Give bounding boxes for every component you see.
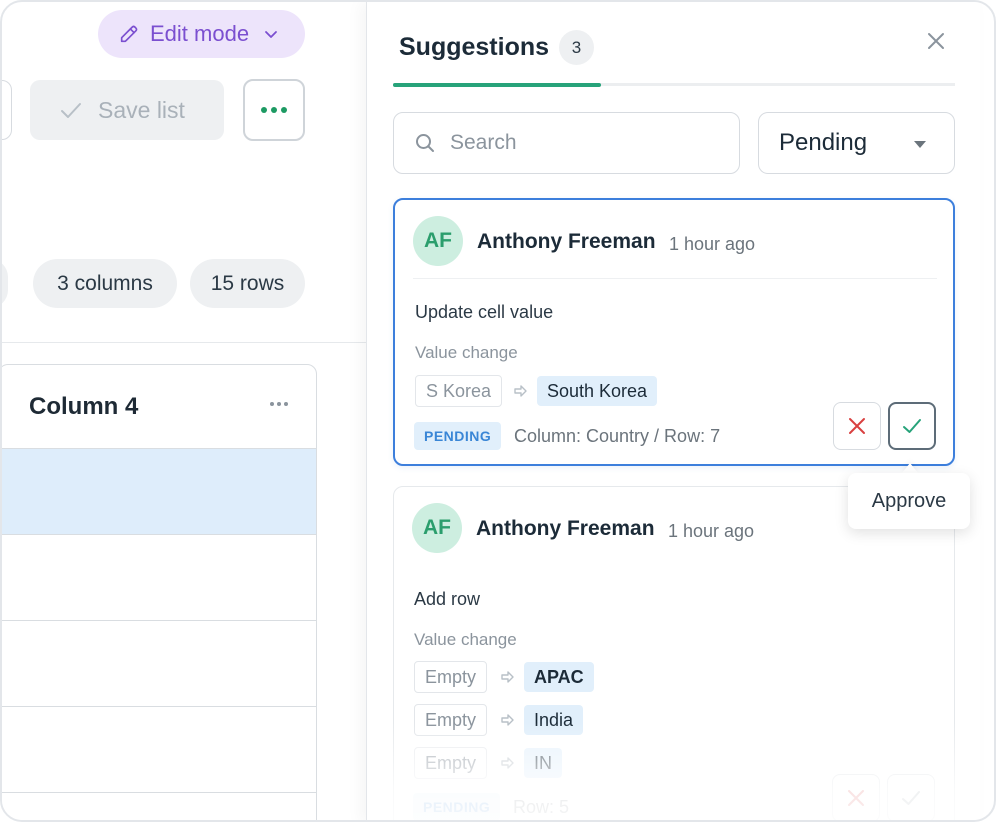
- status-badge: PENDING: [413, 793, 501, 820]
- suggestion-author: Anthony Freeman: [476, 517, 655, 540]
- value-change-label: Value change: [415, 343, 518, 362]
- old-value: Empty: [414, 747, 488, 779]
- reject-button[interactable]: [833, 402, 881, 450]
- suggestion-time: 1 hour ago: [668, 521, 755, 541]
- approve-button[interactable]: [888, 402, 936, 450]
- column-title: Column 4: [29, 392, 139, 420]
- panel-title[interactable]: Suggestions: [399, 33, 549, 62]
- search-field[interactable]: [393, 112, 740, 174]
- arrow-right-icon: [501, 714, 514, 726]
- new-value: South Korea: [537, 376, 658, 406]
- table-row[interactable]: [2, 449, 316, 535]
- suggestion-time: 1 hour ago: [669, 234, 756, 254]
- table-row[interactable]: [2, 621, 316, 707]
- suggestion-card[interactable]: AF Anthony Freeman 1 hour ago Update cel…: [393, 198, 955, 466]
- reject-button[interactable]: [832, 774, 880, 820]
- rows-count-chip: 15 rows: [190, 259, 305, 308]
- chip-partial: [2, 259, 8, 308]
- status-badge: PENDING: [414, 422, 502, 450]
- tooltip-arrow: [902, 463, 918, 473]
- close-icon[interactable]: [925, 30, 947, 52]
- section-divider: [2, 342, 368, 343]
- table-row[interactable]: [2, 707, 316, 793]
- suggestion-location: Column: Country / Row: 7: [514, 426, 721, 446]
- search-input[interactable]: [450, 131, 710, 155]
- avatar: AF: [413, 216, 463, 266]
- column-header[interactable]: Column 4: [2, 365, 316, 449]
- check-icon: [903, 419, 921, 433]
- save-list-label: Save list: [98, 96, 185, 123]
- check-icon: [902, 791, 920, 805]
- more-dot: [271, 107, 277, 113]
- approve-tooltip: Approve: [848, 473, 970, 529]
- edit-mode-dropdown[interactable]: Edit mode: [98, 10, 305, 58]
- suggestion-action: Update cell value: [415, 302, 554, 322]
- suggestion-location: Row: 5: [513, 797, 570, 817]
- arrow-right-icon: [501, 757, 514, 769]
- app-window: Edit mode Save list 3 columns 15 rows Co…: [0, 0, 996, 822]
- card-divider: [413, 278, 937, 279]
- old-value: Empty: [414, 704, 488, 736]
- more-options-button[interactable]: [243, 79, 305, 141]
- data-table: Column 4: [2, 364, 317, 820]
- x-icon: [849, 418, 865, 434]
- new-value: IN: [524, 748, 562, 778]
- more-dot: [281, 107, 287, 113]
- new-value: India: [524, 705, 584, 735]
- caret-down-icon: [914, 141, 926, 148]
- suggestion-author: Anthony Freeman: [477, 230, 656, 253]
- status-filter-value: Pending: [779, 129, 868, 156]
- search-icon: [416, 134, 434, 152]
- new-value: APAC: [524, 662, 594, 692]
- suggestions-panel: Suggestions 3 Pending AF Anthony Freeman…: [366, 2, 980, 820]
- old-value: Empty: [414, 661, 488, 693]
- value-change-label: Value change: [414, 630, 517, 649]
- chevron-down-icon: [265, 31, 277, 38]
- save-list-button[interactable]: Save list: [30, 80, 224, 140]
- avatar: AF: [412, 503, 462, 553]
- approve-button[interactable]: [887, 774, 935, 820]
- arrow-right-icon: [514, 385, 527, 397]
- pencil-icon: [120, 25, 138, 43]
- arrow-right-icon: [501, 671, 514, 683]
- tab-active-indicator: [393, 83, 601, 87]
- x-icon: [848, 790, 864, 806]
- more-dot: [261, 107, 267, 113]
- suggestion-card[interactable]: AF Anthony Freeman 1 hour ago Add row Va…: [393, 486, 955, 820]
- old-value: S Korea: [415, 375, 503, 407]
- suggestions-count-badge: 3: [559, 30, 594, 65]
- columns-count-chip: 3 columns: [33, 259, 177, 308]
- status-filter-select[interactable]: Pending: [758, 112, 955, 174]
- suggestion-action: Add row: [414, 589, 481, 609]
- edit-mode-label: Edit mode: [150, 21, 250, 46]
- column-menu-icon[interactable]: [268, 402, 289, 406]
- table-row[interactable]: [2, 535, 316, 621]
- check-icon: [61, 103, 81, 118]
- toolbar-button-partial[interactable]: [2, 80, 12, 140]
